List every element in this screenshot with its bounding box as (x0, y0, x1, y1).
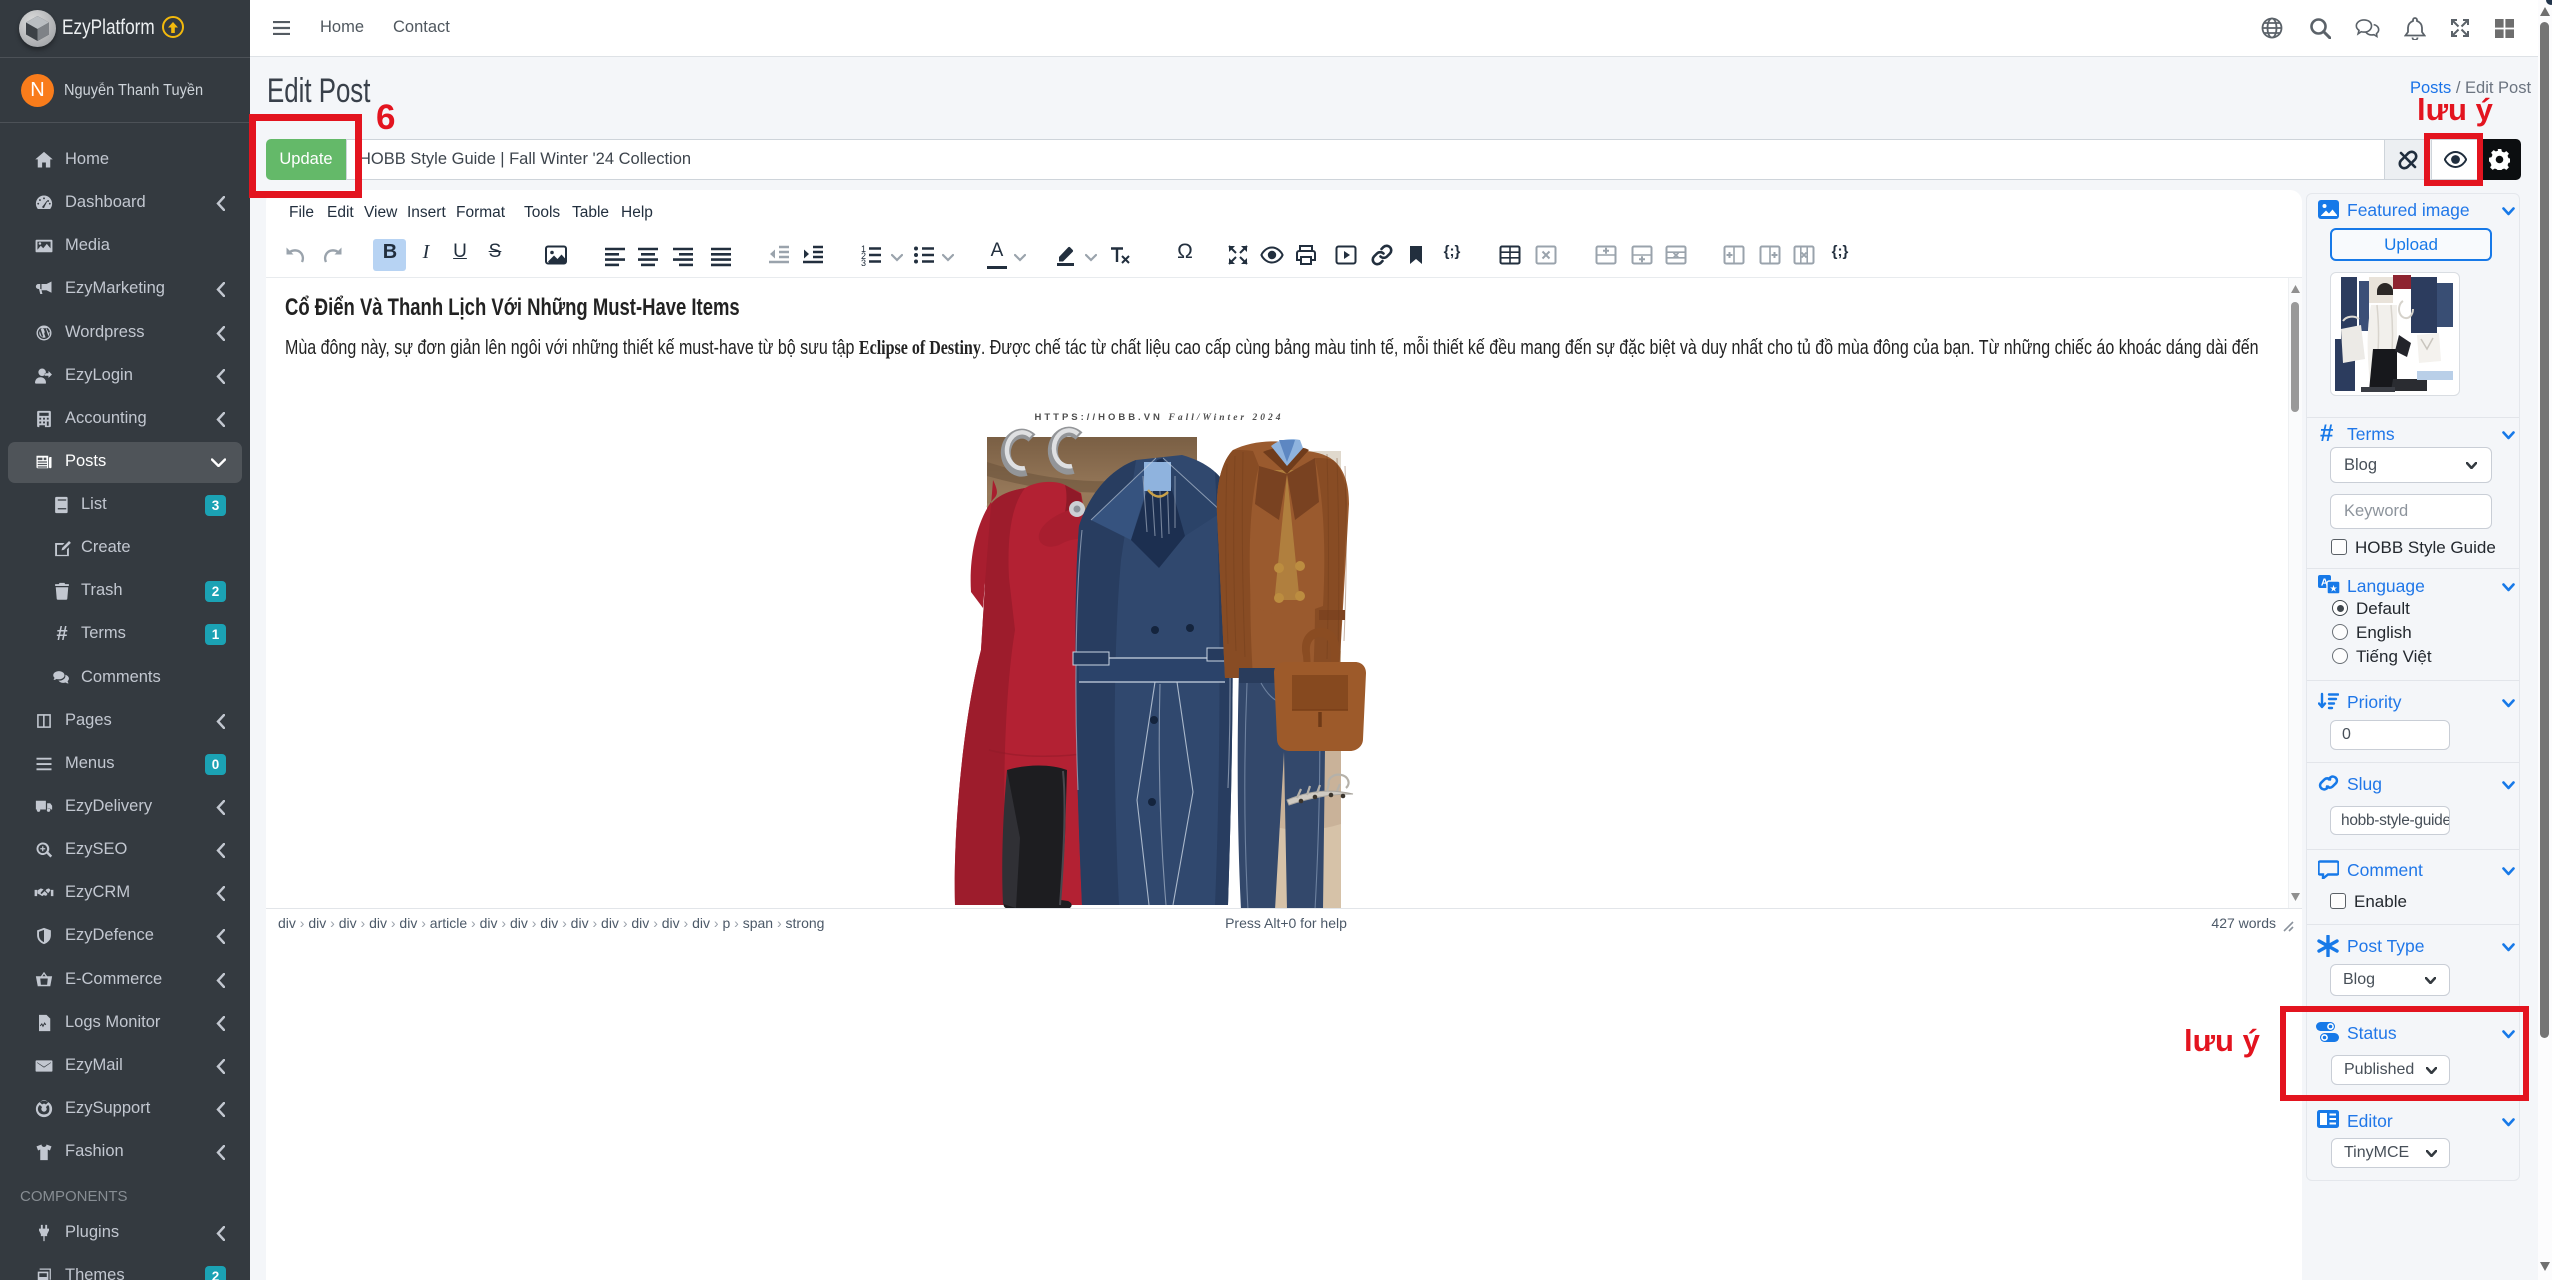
svg-text:#: # (56, 624, 67, 644)
svg-text:3: 3 (861, 258, 866, 267)
svg-text:★: ★ (2329, 584, 2337, 594)
svg-text:HTTPS://HOBB.VN Fall/Winter 20: HTTPS://HOBB.VN Fall/Winter 2024 (1035, 412, 1284, 423)
